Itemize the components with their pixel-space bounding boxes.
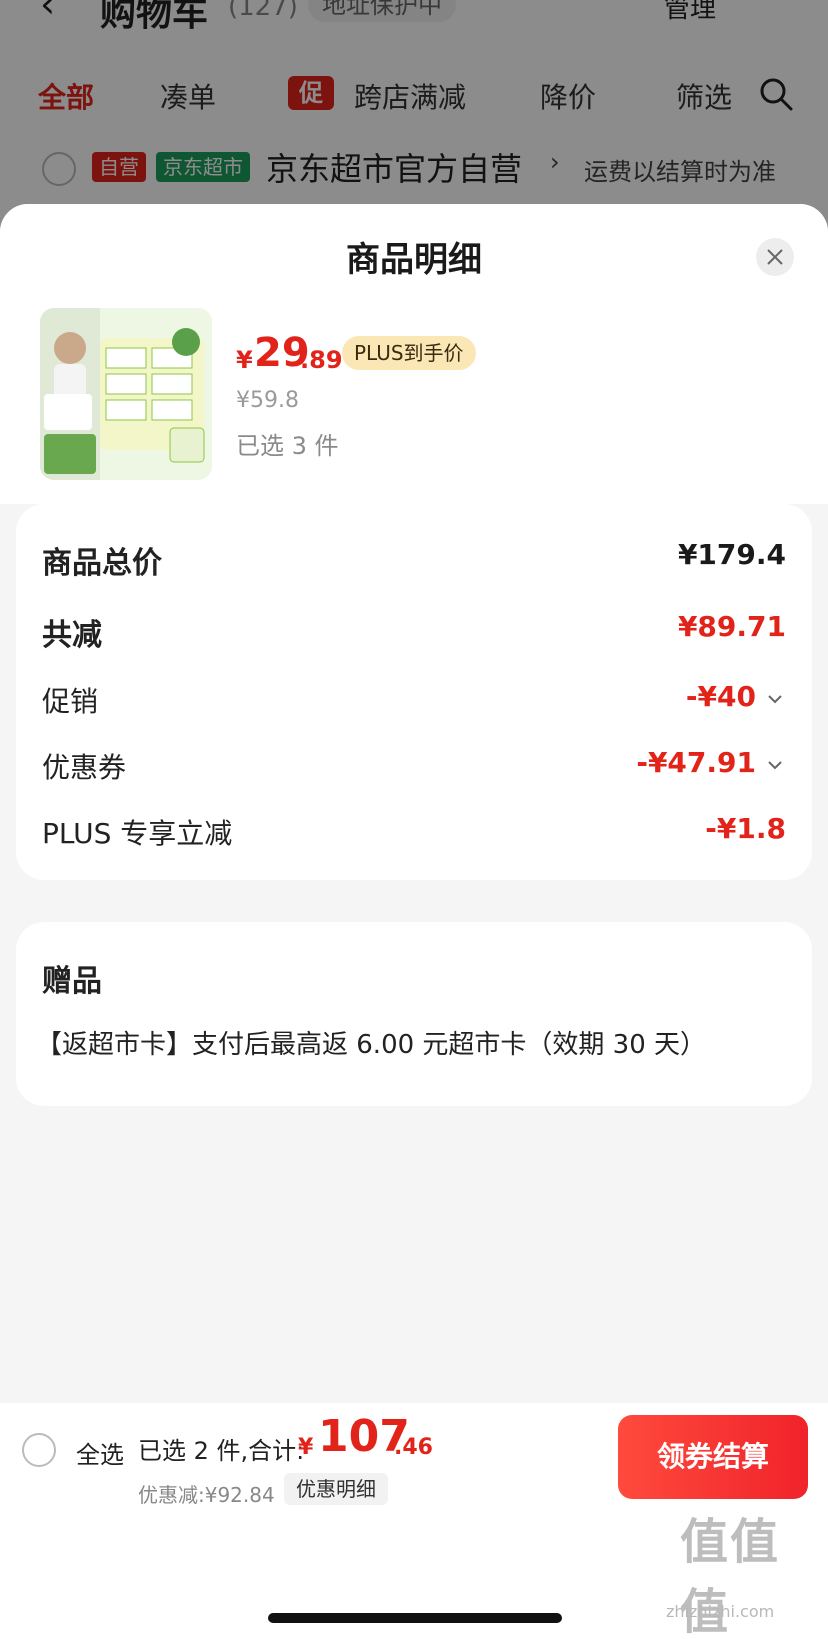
gift-description: 【返超市卡】支付后最高返 6.00 元超市卡（效期 30 天） <box>36 1030 707 1060</box>
coupon-value: -¥47.91 <box>636 746 756 779</box>
product-image[interactable] <box>40 308 212 480</box>
select-all-label[interactable]: 全选 <box>76 1435 124 1470</box>
coupon-row[interactable]: 优惠券 -¥47.91 <box>42 746 786 786</box>
watermark: 值值值 zhizhizhi.com <box>664 1502 824 1639</box>
promotion-row[interactable]: 促销 -¥40 <box>42 680 786 720</box>
plus-discount-value: -¥1.8 <box>705 812 786 845</box>
total-price-row: 商品总价 ¥179.4 <box>42 538 786 581</box>
total-price-label: 商品总价 <box>42 546 162 581</box>
price-currency: ¥ <box>236 346 253 374</box>
discount-summary: 优惠减:¥92.84 <box>138 1483 275 1507</box>
total-reduce-label: 共减 <box>42 618 102 653</box>
plus-price-badge: PLUS到手价 <box>342 336 476 370</box>
gift-title: 赠品 <box>42 964 102 999</box>
total-price-value: ¥179.4 <box>677 538 786 571</box>
selected-summary: 已选 2 件,合计: <box>138 1437 305 1465</box>
chevron-down-icon[interactable] <box>766 756 784 774</box>
selected-quantity: 已选 3 件 <box>236 432 339 460</box>
promotion-label: 促销 <box>42 685 99 718</box>
price-breakdown-card: 商品总价 ¥179.4 共减 ¥89.71 促销 -¥40 优惠券 -¥47.9… <box>16 504 812 880</box>
plus-discount-row: PLUS 专享立减 -¥1.8 <box>42 812 786 852</box>
close-button[interactable] <box>756 238 794 276</box>
gift-card: 赠品 【返超市卡】支付后最高返 6.00 元超市卡（效期 30 天） <box>16 922 812 1106</box>
close-icon <box>767 249 783 265</box>
total-reduce-value: ¥89.71 <box>677 610 786 643</box>
coupon-label: 优惠券 <box>42 751 127 784</box>
plus-discount-label: PLUS 专享立减 <box>42 817 233 850</box>
promotion-value: -¥40 <box>685 680 756 713</box>
home-indicator[interactable] <box>268 1613 562 1623</box>
sheet-title: 商品明细 <box>346 240 482 280</box>
checkout-button[interactable]: 领券结算 <box>618 1415 808 1499</box>
total-reduce-row: 共减 ¥89.71 <box>42 610 786 653</box>
original-price: ¥59.8 <box>236 388 299 413</box>
watermark-url: zhizhizhi.com <box>666 1602 775 1621</box>
total-currency: ¥ <box>298 1435 314 1460</box>
chevron-down-icon[interactable] <box>766 690 784 708</box>
discount-detail-button[interactable]: 优惠明细 <box>284 1473 388 1505</box>
price-decimal: .89 <box>300 346 343 374</box>
total-decimal: .46 <box>394 1435 433 1460</box>
select-all-radio[interactable] <box>22 1433 56 1467</box>
